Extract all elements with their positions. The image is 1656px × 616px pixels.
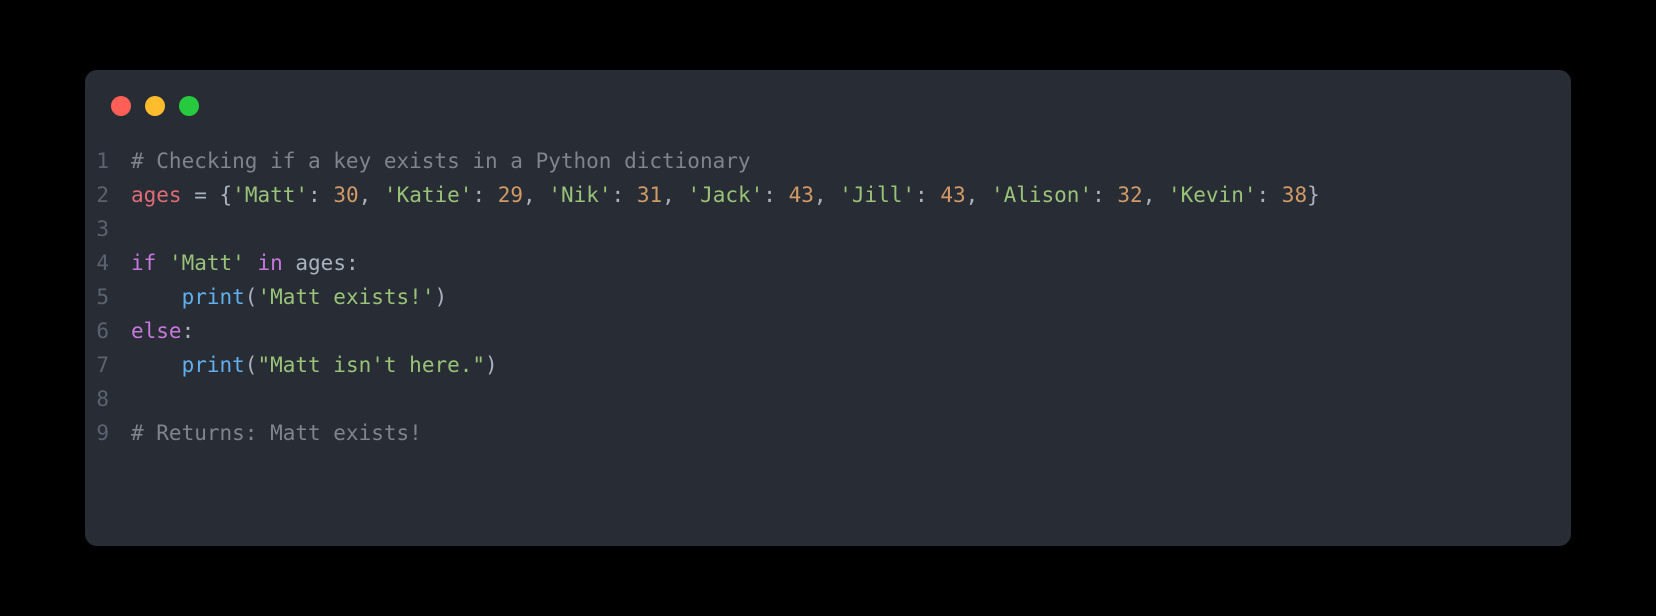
code-content: else: [131, 314, 1571, 348]
token-punct: ) [485, 353, 498, 377]
code-content: print("Matt isn't here.") [131, 348, 1571, 382]
token-number: 30 [333, 183, 358, 207]
code-content: if 'Matt' in ages: [131, 246, 1571, 280]
token-op: = [194, 183, 219, 207]
token-punct: , [662, 183, 687, 207]
minimize-icon[interactable] [145, 96, 165, 116]
code-line: 1# Checking if a key exists in a Python … [85, 144, 1571, 178]
token-string: 'Matt' [232, 183, 308, 207]
line-number: 8 [85, 382, 131, 416]
code-line: 5 print('Matt exists!') [85, 280, 1571, 314]
token-punct: { [220, 183, 233, 207]
window-traffic-lights [85, 96, 1571, 144]
code-line: 6else: [85, 314, 1571, 348]
code-content: # Returns: Matt exists! [131, 416, 1571, 450]
token-punct: : [612, 183, 637, 207]
token-keyword: if [131, 251, 169, 275]
token-red: ages [131, 183, 194, 207]
token-keyword: in [257, 251, 282, 275]
line-number: 2 [85, 178, 131, 212]
code-content: # Checking if a key exists in a Python d… [131, 144, 1571, 178]
token-string: "Matt isn't here." [257, 353, 485, 377]
token-punct: : [763, 183, 788, 207]
token-punct: , [966, 183, 991, 207]
token-string: 'Nik' [548, 183, 611, 207]
token-punct: : [472, 183, 497, 207]
line-number: 1 [85, 144, 131, 178]
code-line: 4if 'Matt' in ages: [85, 246, 1571, 280]
line-number: 7 [85, 348, 131, 382]
line-number: 6 [85, 314, 131, 348]
token-string: 'Matt' [169, 251, 245, 275]
token-string: 'Matt exists!' [257, 285, 434, 309]
line-number: 5 [85, 280, 131, 314]
code-line: 3 [85, 212, 1571, 246]
token-string: 'Alison' [991, 183, 1092, 207]
token-builtin: print [182, 353, 245, 377]
token-string: 'Jack' [687, 183, 763, 207]
token-punct: ( [245, 353, 258, 377]
token-punct: : [1092, 183, 1117, 207]
token-punct: , [1143, 183, 1168, 207]
token-punct: , [359, 183, 384, 207]
token-number: 43 [789, 183, 814, 207]
token-punct: : [1257, 183, 1282, 207]
line-number: 4 [85, 246, 131, 280]
token-keyword: else [131, 319, 182, 343]
code-content: print('Matt exists!') [131, 280, 1571, 314]
token-comment: # Returns: Matt exists! [131, 421, 422, 445]
code-content: ages = {'Matt': 30, 'Katie': 29, 'Nik': … [131, 178, 1571, 212]
token-punct: , [523, 183, 548, 207]
code-window: 1# Checking if a key exists in a Python … [85, 70, 1571, 546]
token-punct: } [1307, 183, 1320, 207]
token-number: 29 [498, 183, 523, 207]
token-punct [131, 285, 182, 309]
code-content [131, 212, 1571, 246]
token-punct: : [182, 319, 195, 343]
code-line: 2ages = {'Matt': 30, 'Katie': 29, 'Nik':… [85, 178, 1571, 212]
token-punct: : [915, 183, 940, 207]
code-content [131, 382, 1571, 416]
code-line: 8 [85, 382, 1571, 416]
token-punct: ) [434, 285, 447, 309]
token-punct [245, 251, 258, 275]
token-builtin: print [182, 285, 245, 309]
token-punct: , [814, 183, 839, 207]
token-number: 38 [1282, 183, 1307, 207]
token-comment: # Checking if a key exists in a Python d… [131, 149, 751, 173]
close-icon[interactable] [111, 96, 131, 116]
token-punct [131, 353, 182, 377]
code-line: 7 print("Matt isn't here.") [85, 348, 1571, 382]
token-string: 'Katie' [384, 183, 473, 207]
token-punct: ( [245, 285, 258, 309]
code-block: 1# Checking if a key exists in a Python … [85, 144, 1571, 450]
line-number: 3 [85, 212, 131, 246]
line-number: 9 [85, 416, 131, 450]
token-number: 32 [1117, 183, 1142, 207]
zoom-icon[interactable] [179, 96, 199, 116]
code-line: 9# Returns: Matt exists! [85, 416, 1571, 450]
token-number: 43 [940, 183, 965, 207]
token-ident: ages: [283, 251, 359, 275]
token-string: 'Jill' [839, 183, 915, 207]
token-punct: : [308, 183, 333, 207]
token-number: 31 [637, 183, 662, 207]
token-string: 'Kevin' [1168, 183, 1257, 207]
